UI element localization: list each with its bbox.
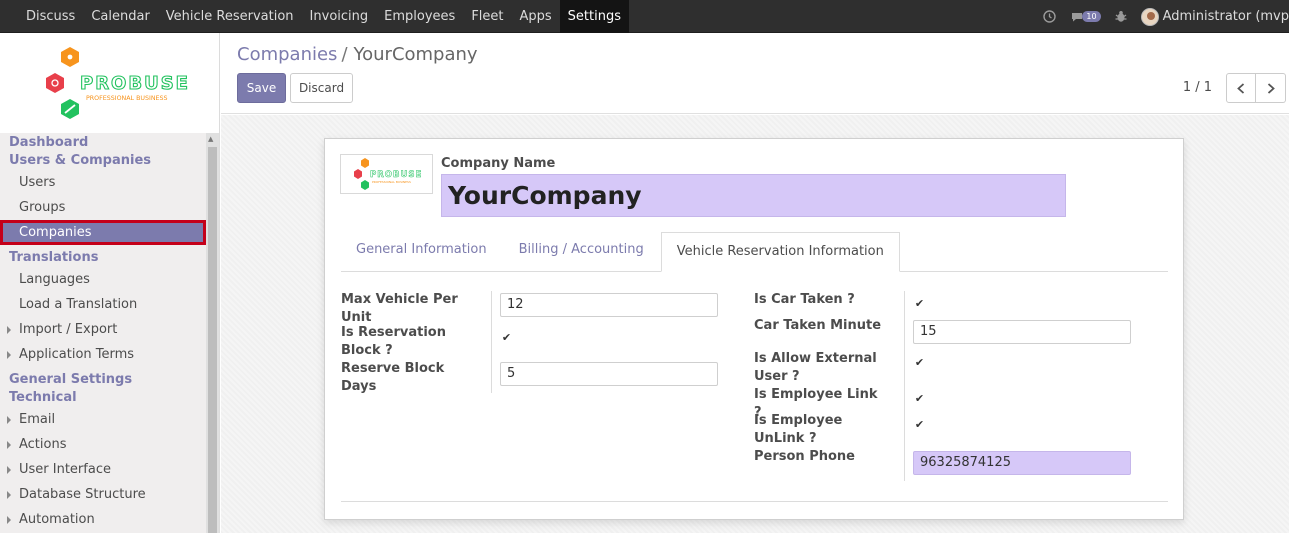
menu-calendar[interactable]: Calendar	[83, 0, 157, 33]
form-view: PROBUSE PROFESSIONAL BUSINESS Company Na…	[221, 115, 1289, 533]
sidebar-item-users-companies[interactable]: Users & Companies	[0, 152, 206, 170]
sidebar-item-dashboard[interactable]: Dashboard	[0, 134, 206, 152]
tab-general-information[interactable]: General Information	[341, 231, 502, 271]
right-group-divider	[904, 291, 905, 481]
employee-link-checkbox[interactable]: ✔	[914, 393, 925, 404]
save-button[interactable]: Save	[237, 73, 286, 103]
clock-icon[interactable]	[1043, 10, 1057, 23]
sidebar-scrollbar[interactable]: ▲	[206, 133, 219, 533]
menu-employees[interactable]: Employees	[376, 0, 463, 33]
logo-title: PROBUSE	[80, 73, 190, 94]
menu-vehicle-reservation[interactable]: Vehicle Reservation	[158, 0, 302, 33]
person-phone-label: Person Phone	[754, 449, 855, 464]
company-logo[interactable]: PROBUSE PROFESSIONAL BUSINESS	[0, 33, 219, 133]
max-vehicle-input[interactable]: 12	[500, 293, 718, 317]
sidebar-item-email[interactable]: Email	[0, 407, 206, 432]
sidebar-item-user-interface[interactable]: User Interface	[0, 457, 206, 482]
logo-subtitle: PROFESSIONAL BUSINESS	[86, 95, 168, 102]
company-logo-subtitle: PROFESSIONAL BUSINESS	[372, 180, 411, 184]
pager-next-button[interactable]	[1256, 73, 1286, 103]
sidebar-item-technical[interactable]: Technical	[0, 389, 206, 407]
menu-invoicing[interactable]: Invoicing	[302, 0, 377, 33]
company-name-label: Company Name	[441, 156, 556, 171]
sidebar-item-general-settings[interactable]: General Settings	[0, 371, 206, 389]
sidebar-item-translations[interactable]: Translations	[0, 249, 206, 267]
breadcrumb-separator: /	[341, 44, 348, 65]
reserve-block-days-input[interactable]: 5	[500, 362, 718, 386]
user-avatar[interactable]	[1140, 7, 1159, 26]
person-phone-input[interactable]: 96325874125	[913, 451, 1131, 475]
company-logo-title: PROBUSE	[370, 170, 422, 180]
car-taken-minute-input[interactable]: 15	[913, 320, 1131, 344]
chevron-right-icon	[1267, 82, 1275, 94]
breadcrumb: Companies / YourCompany	[237, 44, 478, 65]
breadcrumb-companies-link[interactable]: Companies	[237, 44, 337, 65]
car-taken-minute-label: Car Taken Minute	[754, 318, 882, 333]
sidebar-item-import-export[interactable]: Import / Export	[0, 317, 206, 342]
sidebar-item-groups[interactable]: Groups	[0, 195, 206, 220]
scroll-up-icon[interactable]: ▲	[208, 135, 213, 143]
sidebar-item-users[interactable]: Users	[0, 170, 206, 195]
sidebar-item-companies[interactable]: Companies	[0, 220, 206, 245]
sidebar-item-automation[interactable]: Automation	[0, 507, 206, 532]
discard-button[interactable]: Discard	[290, 73, 353, 103]
top-navbar: Discuss Calendar Vehicle Reservation Inv…	[0, 0, 1289, 33]
form-sheet: PROBUSE PROFESSIONAL BUSINESS Company Na…	[324, 138, 1184, 520]
employee-unlink-checkbox[interactable]: ✔	[914, 419, 925, 430]
allow-external-user-checkbox[interactable]: ✔	[914, 357, 925, 368]
menu-apps[interactable]: Apps	[512, 0, 560, 33]
chat-icon[interactable]: 10	[1070, 11, 1101, 23]
car-taken-label: Is Car Taken ?	[754, 292, 855, 307]
scrollbar-thumb[interactable]	[208, 147, 217, 533]
sidebar-item-load-translation[interactable]: Load a Translation	[0, 292, 206, 317]
pager-value: 1 / 1	[1182, 80, 1212, 95]
sidebar-item-actions[interactable]: Actions	[0, 432, 206, 457]
reservation-block-checkbox[interactable]: ✔	[501, 332, 512, 343]
user-menu[interactable]: Administrator (mvp	[1163, 9, 1289, 24]
sidebar-menu: Dashboard Users & Companies Users Groups…	[0, 133, 206, 532]
breadcrumb-current: YourCompany	[353, 44, 478, 65]
control-panel: Companies / YourCompany Save Discard 1 / 1	[221, 33, 1289, 114]
sidebar-item-languages[interactable]: Languages	[0, 267, 206, 292]
reserve-block-days-label: Reserve Block Days	[341, 361, 445, 394]
reservation-block-label: Is Reservation Block ?	[341, 325, 446, 358]
menu-discuss[interactable]: Discuss	[18, 0, 83, 33]
sidebar: PROBUSE PROFESSIONAL BUSINESS Dashboard …	[0, 33, 220, 533]
tab-billing-accounting[interactable]: Billing / Accounting	[504, 231, 659, 271]
max-vehicle-label: Max Vehicle Per Unit	[341, 292, 458, 325]
pager-buttons	[1226, 73, 1286, 103]
systray: 10 Administrator (mvp	[1043, 0, 1289, 33]
left-group-divider	[491, 291, 492, 393]
notebook-tabs: General Information Billing / Accounting…	[341, 231, 1168, 272]
employee-unlink-label: Is Employee UnLink ?	[754, 413, 843, 446]
sheet-bottom-divider	[341, 501, 1168, 502]
menu-fleet[interactable]: Fleet	[463, 0, 511, 33]
company-logo-field[interactable]: PROBUSE PROFESSIONAL BUSINESS	[340, 154, 433, 194]
sidebar-item-application-terms[interactable]: Application Terms	[0, 342, 206, 367]
company-name-input[interactable]: YourCompany	[441, 174, 1066, 217]
allow-external-user-label: Is Allow External User ?	[754, 351, 877, 384]
main-menu: Discuss Calendar Vehicle Reservation Inv…	[18, 0, 629, 33]
sidebar-item-database-structure[interactable]: Database Structure	[0, 482, 206, 507]
car-taken-checkbox[interactable]: ✔	[914, 298, 925, 309]
pager-previous-button[interactable]	[1226, 73, 1256, 103]
chevron-left-icon	[1237, 82, 1245, 94]
chat-count-badge: 10	[1082, 11, 1101, 22]
bug-icon[interactable]	[1115, 10, 1127, 23]
menu-settings[interactable]: Settings	[559, 0, 629, 33]
tab-vehicle-reservation-information[interactable]: Vehicle Reservation Information	[660, 232, 900, 272]
